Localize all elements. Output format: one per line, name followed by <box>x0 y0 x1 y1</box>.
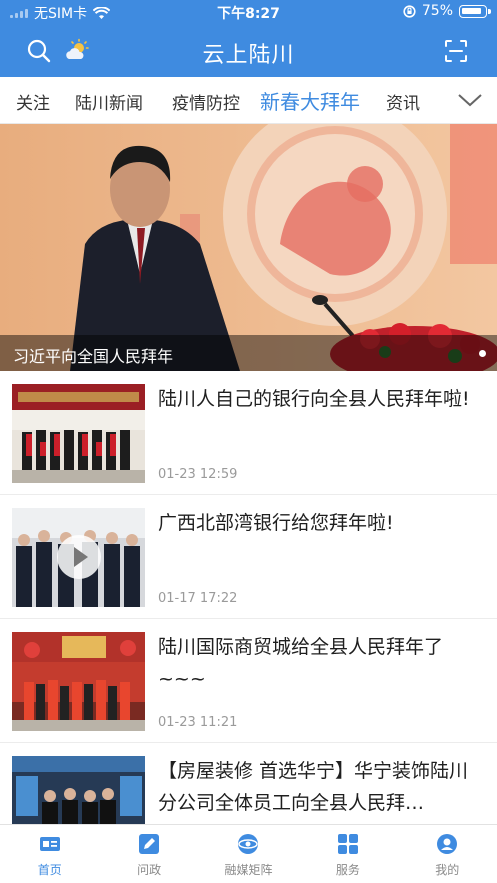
nav-media-matrix[interactable]: 融媒矩阵 <box>199 825 298 883</box>
media-matrix-icon <box>238 834 259 854</box>
news-title: 陆川人自己的银行向全县人民拜年啦! <box>158 388 470 410</box>
news-title: 陆川国际商贸城给全县人民拜年了~~~ <box>158 636 444 690</box>
news-time: 01-23 11:21 <box>158 715 238 730</box>
services-icon <box>337 834 358 854</box>
play-icon[interactable] <box>57 535 101 579</box>
category-tabs: 关注 陆川新闻 疫情防控 新春大拜年 资讯 <box>0 77 497 124</box>
bottom-nav: 首页 问政 融媒矩阵 服务 我的 <box>0 824 497 883</box>
app-title: 云上陆川 <box>202 43 295 68</box>
home-icon <box>39 837 60 851</box>
news-thumbnail <box>12 384 145 483</box>
tab-luchuan-news[interactable]: 陆川新闻 <box>75 89 143 114</box>
news-time: 01-23 12:59 <box>158 467 238 482</box>
hero-image <box>0 124 497 371</box>
carousel-indicator <box>479 350 486 357</box>
news-item[interactable]: 广西北部湾银行给您拜年啦! 01-17 17:22 <box>0 495 497 619</box>
tab-follow[interactable]: 关注 <box>16 89 50 114</box>
inquiry-icon <box>139 834 160 854</box>
nav-profile[interactable]: 我的 <box>398 825 497 883</box>
nav-label: 问政 <box>137 863 162 877</box>
hero-caption: 习近平向全国人民拜年 <box>0 335 497 371</box>
nav-services[interactable]: 服务 <box>298 825 397 883</box>
nav-label: 我的 <box>435 863 460 877</box>
tab-new-year-greetings[interactable]: 新春大拜年 <box>260 86 360 115</box>
scan-icon[interactable] <box>443 38 469 64</box>
news-thumbnail <box>12 632 145 731</box>
top-bar: 无SIM卡 下午8:27 75% 云上陆川 <box>0 0 497 77</box>
news-title: 广西北部湾银行给您拜年啦! <box>158 512 394 534</box>
nav-label: 首页 <box>37 863 62 877</box>
nav-label: 服务 <box>335 863 360 877</box>
nav-home[interactable]: 首页 <box>0 825 99 883</box>
news-time: 01-17 17:22 <box>158 591 238 606</box>
orientation-lock-icon <box>403 4 416 18</box>
news-title: 【房屋装修 首选华宁】华宁装饰陆川分公司全体员工向全县人民拜… <box>158 760 469 814</box>
chevron-down-icon[interactable] <box>457 89 483 111</box>
news-item[interactable]: 陆川国际商贸城给全县人民拜年了~~~ 01-23 11:21 <box>0 619 497 743</box>
news-item[interactable]: 陆川人自己的银行向全县人民拜年啦! 01-23 12:59 <box>0 371 497 495</box>
nav-label: 融媒矩阵 <box>224 863 273 877</box>
status-bar: 无SIM卡 下午8:27 75% <box>0 0 497 24</box>
battery-percent: 75% <box>421 3 453 19</box>
app-header: 云上陆川 <box>0 24 497 77</box>
profile-icon <box>437 834 458 854</box>
tab-epidemic-control[interactable]: 疫情防控 <box>172 89 240 114</box>
news-thumbnail <box>12 508 145 607</box>
hero-banner[interactable]: 习近平向全国人民拜年 <box>0 124 497 371</box>
nav-inquiry[interactable]: 问政 <box>99 825 198 883</box>
battery-icon <box>459 4 491 18</box>
tab-information[interactable]: 资讯 <box>386 89 420 114</box>
